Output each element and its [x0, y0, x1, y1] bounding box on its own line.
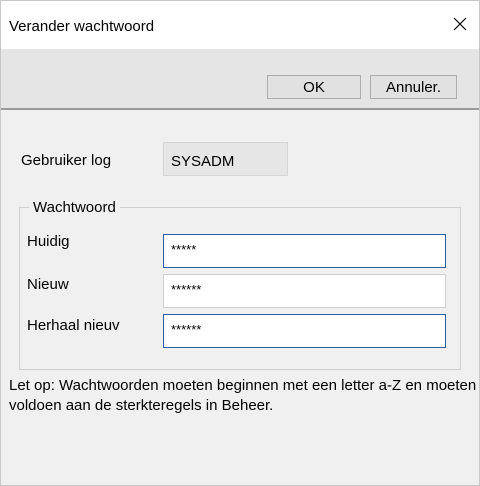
repeat-password-label: Herhaal nieuv	[27, 317, 120, 334]
new-password-input[interactable]	[163, 274, 446, 308]
close-icon[interactable]	[447, 11, 473, 37]
change-password-dialog: Verander wachtwoord OK Annuler. Gebruike…	[0, 0, 480, 486]
ok-button[interactable]: OK	[267, 75, 361, 99]
title-bar: Verander wachtwoord	[1, 1, 479, 49]
repeat-password-input[interactable]	[163, 314, 446, 348]
button-toolbar: OK Annuler.	[1, 49, 479, 110]
dialog-content: Gebruiker log SYSADM Wachtwoord Huidig N…	[1, 110, 479, 485]
cancel-button[interactable]: Annuler.	[370, 75, 457, 99]
current-password-label: Huidig	[27, 233, 70, 250]
dialog-title: Verander wachtwoord	[9, 18, 155, 35]
current-password-input[interactable]	[163, 234, 446, 268]
password-group: Wachtwoord Huidig Nieuw Herhaal nieuv	[19, 199, 461, 370]
user-login-label: Gebruiker log	[21, 152, 112, 169]
password-rules-note: Let op: Wachtwoorden moeten beginnen met…	[9, 377, 477, 414]
user-login-field: SYSADM	[163, 142, 288, 176]
password-group-legend: Wachtwoord	[29, 199, 120, 216]
new-password-label: Nieuw	[27, 276, 69, 293]
